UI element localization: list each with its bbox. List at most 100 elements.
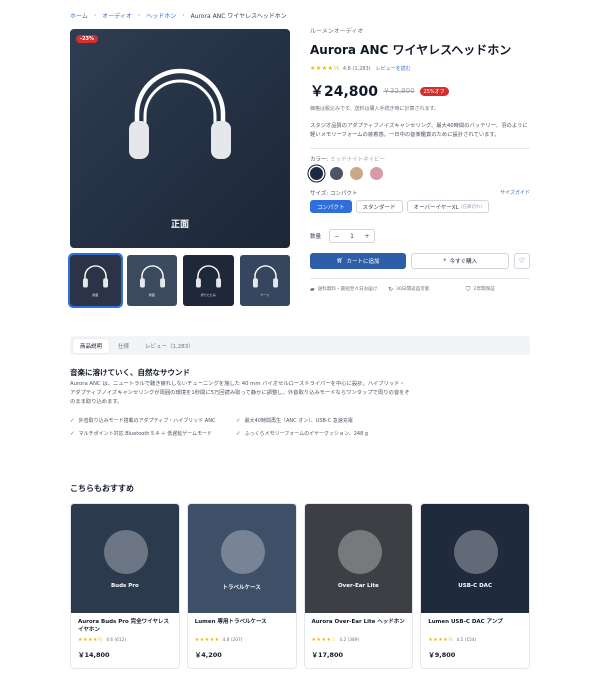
product-placeholder-icon [220, 530, 265, 574]
product-card[interactable]: トラベルケース Lumen 専用トラベルケース ★★★★★ 4.8 (207) ￥… [186, 503, 297, 669]
feature-text: 30日間返品可能 [396, 287, 430, 292]
headphones-icon [195, 265, 222, 288]
star-rating-icon: ★★★★½ [310, 65, 340, 72]
list-item: ✓ 最大40時間再生（ANC オン）、USB-C 急速充電 [236, 417, 411, 425]
truck-icon: ▰ [310, 286, 315, 293]
check-icon: ✓ [236, 431, 241, 437]
breadcrumb: ホーム › オーディオ › ヘッドホン › Aurora ANC ワイヤレスヘッ… [70, 10, 287, 20]
product-title: Aurora ANC ワイヤレスヘッドホン [310, 43, 512, 57]
shield-icon: ⛉ [466, 286, 471, 293]
product-card-name[interactable]: Aurora Over-Ear Lite ヘッドホン [312, 618, 406, 635]
thumbnail-case[interactable]: ケース [239, 255, 290, 306]
feature-returns: ↻ 30日間返品可能 [388, 286, 458, 293]
product-card-image[interactable]: Buds Pro [71, 504, 179, 613]
list-item-text: 最大40時間再生（ANC オン）、USB-C 急速充電 [244, 418, 353, 424]
buy-now-label: 今すぐ購入 [449, 259, 478, 265]
feature-warranty: ⛉ 2年間保証 [466, 286, 526, 293]
rating-value: 4.5 (154) [456, 637, 477, 643]
product-description: スタジオ品質のアダプティブノイズキャンセリング、最大40時間のバッテリー、羽のよ… [310, 123, 528, 138]
star-rating-icon: ★★★★½ [78, 637, 104, 643]
quantity-decrease-button[interactable]: − [330, 233, 344, 240]
breadcrumb-home-link[interactable]: ホーム [70, 11, 88, 20]
headphones-icon [129, 68, 231, 159]
star-rating-icon: ★★★★½ [428, 637, 454, 643]
discount-pill: 25%オフ [419, 86, 449, 96]
size-option-xl-label: オーバーイヤーXL [413, 204, 459, 211]
add-to-cart-button[interactable]: 🛒︎ カートに追加 [310, 253, 406, 269]
current-price: ￥24,800 [310, 84, 379, 100]
quantity-increase-button[interactable]: + [360, 233, 374, 240]
thumbnail-strip: 前面 側面 折りたたみ ケース [68, 253, 290, 308]
thumbnail-label: 前面 [92, 293, 99, 297]
color-swatch-gray[interactable] [330, 167, 343, 180]
size-label: サイズ: コンパクト [310, 189, 357, 197]
buy-now-button[interactable]: ⚡︎ 今すぐ購入 [411, 253, 509, 269]
color-swatch-pink[interactable] [370, 167, 383, 180]
breadcrumb-audio-link[interactable]: オーディオ [102, 11, 132, 20]
product-card[interactable]: Over-Ear Lite Aurora Over-Ear Lite ヘッドホン… [303, 503, 414, 669]
product-card-price: ￥14,800 [78, 651, 110, 659]
tab-description[interactable]: 商品説明 [73, 338, 110, 353]
thumbnail-folded[interactable]: 折りたたみ [183, 255, 234, 306]
product-card-image[interactable]: USB-C DAC [421, 504, 529, 613]
rating-value: 4.2 (389) [339, 637, 360, 643]
return-icon: ↻ [388, 286, 394, 293]
product-card[interactable]: USB-C DAC Lumen USB-C DAC アンプ ★★★★½ 4.5 (… [420, 503, 530, 669]
color-swatch-beige[interactable] [350, 167, 363, 180]
product-card-name[interactable]: Lumen USB-C DAC アンプ [428, 618, 522, 635]
feature-shipping: ▰ 送料無料・最短翌々日お届け [310, 286, 380, 293]
product-placeholder-icon [104, 530, 148, 574]
product-card[interactable]: Buds Pro Aurora Buds Pro 完全ワイヤレスイヤホン ★★★… [70, 503, 180, 669]
purchase-actions: 🛒︎ カートに追加 ⚡︎ 今すぐ購入 ♡ [310, 253, 530, 269]
product-card-image-label: Over-Ear Lite [337, 583, 379, 589]
list-item-text: ふっくらメモリーフォームのイヤークッション、248 g [244, 431, 369, 437]
product-card-price: ￥9,800 [428, 651, 456, 659]
size-option-standard[interactable]: スタンダード [355, 200, 403, 213]
check-icon: ✓ [70, 418, 75, 424]
size-option-compact[interactable]: コンパクト [310, 200, 352, 213]
wishlist-button[interactable]: ♡ [514, 253, 530, 269]
rating-value: 4.8 (207) [222, 637, 243, 643]
thumbnail-side[interactable]: 側面 [126, 255, 177, 306]
read-reviews-link[interactable]: レビューを読む [376, 65, 411, 72]
product-card-name[interactable]: Lumen 専用トラベルケース [195, 618, 289, 635]
quantity-row: 数量 − 1 + [310, 229, 530, 243]
recommendations-title: こちらもおすすめ [70, 484, 134, 493]
main-product-image[interactable]: -23% 正面 [70, 29, 290, 248]
quantity-value[interactable]: 1 [344, 233, 360, 240]
product-placeholder-icon [454, 530, 499, 574]
recommendation-cards: Buds Pro Aurora Buds Pro 完全ワイヤレスイヤホン ★★★… [70, 503, 530, 669]
brand-name: ルーメンオーディオ [310, 28, 364, 35]
size-option-xl[interactable]: オーバーイヤーXL (在庫切れ) [406, 200, 490, 213]
check-icon: ✓ [236, 418, 241, 424]
thumbnail-label: 側面 [148, 293, 155, 297]
product-card-name[interactable]: Aurora Buds Pro 完全ワイヤレスイヤホン [78, 618, 172, 635]
color-swatch-navy[interactable] [310, 167, 323, 180]
size-value: コンパクト [329, 191, 358, 197]
product-card-price: ￥4,200 [194, 651, 222, 659]
heart-icon: ♡ [518, 257, 526, 265]
out-of-stock-note: (在庫切れ) [460, 204, 483, 210]
star-rating-icon: ★★★★☆ [311, 637, 337, 643]
list-item: ✓ ふっくらメモリーフォームのイヤークッション、248 g [236, 430, 411, 438]
rating-value: 4.8 (1,283) [342, 65, 371, 72]
thumbnail-front[interactable]: 前面 [68, 253, 123, 308]
breadcrumb-current: Aurora ANC ワイヤレスヘッドホン [190, 12, 287, 20]
tab-reviews[interactable]: レビュー（1,283） [138, 339, 201, 353]
product-placeholder-icon [337, 530, 382, 574]
tab-specs[interactable]: 仕様 [111, 339, 136, 353]
breadcrumb-headphones-link[interactable]: ヘッドホン [146, 11, 176, 20]
color-label: カラー: ミッドナイトネイビー [310, 155, 530, 163]
product-card-image[interactable]: トラベルケース [187, 504, 296, 613]
product-tabs: 商品説明 仕様 レビュー（1,283） [70, 336, 530, 355]
product-card-image-label: Buds Pro [110, 583, 139, 589]
quantity-stepper: − 1 + [329, 229, 376, 243]
discount-badge: -23% [76, 35, 99, 43]
product-card-rating: ★★★★½ 4.5 (154) [428, 637, 522, 643]
divider [310, 278, 530, 279]
details-title: 音楽に溶けていく、自然なサウンド [70, 368, 190, 377]
tax-note: 価格は税込みです。送料は購入手続き時に計算されます。 [310, 106, 440, 112]
product-card-image[interactable]: Over-Ear Lite [304, 504, 413, 613]
size-guide-link[interactable]: サイズガイド [500, 189, 530, 197]
star-rating-icon: ★★★★★ [194, 637, 220, 643]
